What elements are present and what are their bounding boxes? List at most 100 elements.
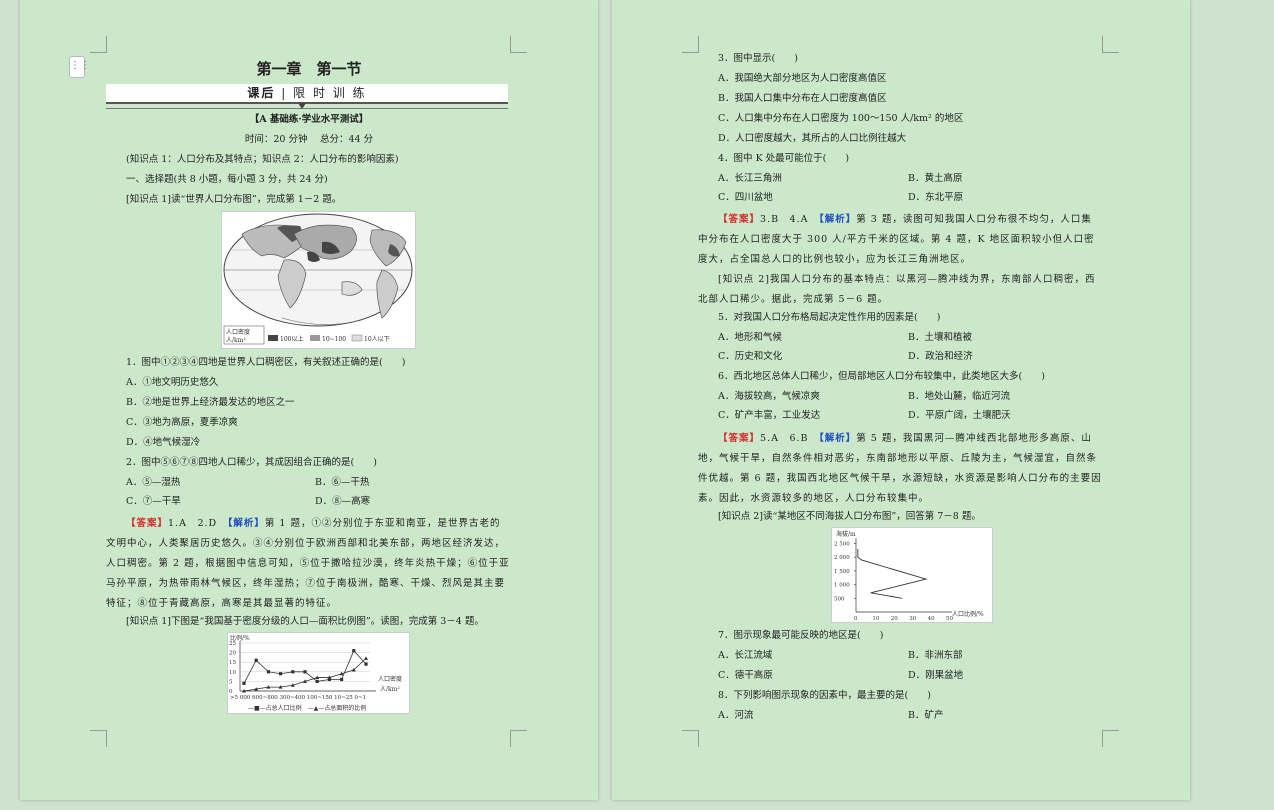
q1-option-c: C．③地为高原，夏季凉爽 — [126, 417, 238, 428]
crop-mark — [90, 36, 107, 53]
test-name: 【A 基础练·学业水平测试】 — [249, 114, 369, 125]
x-tick-label: 30 — [909, 616, 916, 622]
q1-option-b: B．②地是世界上经济最发达的地区之一 — [126, 397, 295, 408]
chart-unit-sub: 人/km² — [380, 686, 400, 693]
x-tick-label: 40 — [928, 616, 935, 622]
analysis-text: 第 1 题，①②分别位于东亚和南亚，是世界古老的文明中心，人类聚居历史悠久。③④… — [106, 518, 510, 609]
intro-text: [知识点 1]下图是“我国基于密度分级的人口—面积比例图”。读图，完成第 3－4… — [126, 616, 484, 627]
q7-option-a: A．长江流域 — [718, 650, 773, 661]
data-point — [279, 672, 283, 676]
divider — [106, 108, 508, 109]
altitude-chart: 海拔/m 2 500 2 000 1 500 1 000 500 0 10 20 30 40 50 … — [831, 527, 993, 623]
q3-option-c: C．人口集中分布在人口密度为 100～150 人/km² 的地区 — [718, 113, 964, 124]
map-legend-mid: 10~100 — [322, 336, 346, 343]
answer-block-3: 【答案】5.A 6.B 【解析】第 5 题，我国黑河—腾冲线西北部地形多高原、山… — [698, 429, 1102, 509]
chart-unit-label: 人口密度 — [378, 675, 402, 683]
q3-option-a: A．我国绝大部分地区为人口密度高值区 — [718, 73, 887, 84]
y-tick-label: 20 — [229, 651, 236, 657]
question-7: 7．图示现象最可能反映的地区是( ) — [718, 630, 884, 641]
section-heading: 一、选择题(共 8 小题，每小题 3 分，共 24 分) — [126, 174, 328, 185]
analysis-label: 【解析】 — [819, 433, 857, 444]
analysis-label: 【解析】 — [819, 214, 857, 225]
answer-label: 【答案】 — [126, 518, 169, 529]
y-tick-label: 2 500 — [834, 541, 850, 547]
crop-mark — [1102, 36, 1119, 53]
intro-text: [知识点 2]读“某地区不同海拔人口分布图”，回答第 7－8 题。 — [718, 511, 981, 522]
series-line — [243, 658, 367, 692]
answer-block-2: 【答案】3.B 4.A 【解析】第 3 题，读图可知我国人口分布很不均匀，人口集… — [698, 210, 1102, 270]
data-point — [364, 662, 368, 666]
data-point — [340, 677, 344, 682]
x-tick-label: 10 — [872, 616, 879, 622]
q6-option-d: D．平原广阔，土壤肥沃 — [908, 410, 1011, 421]
intro-text: [知识点 1]读“世界人口分布图”，完成第 1－2 题。 — [126, 194, 342, 205]
question-4: 4．图中 K 处最可能位于( ) — [718, 153, 850, 164]
density-chart: 比例/% 0 5 10 15 20 25 人口密度 人/km² >5 000 600~80… — [227, 632, 410, 714]
q1-option-d: D．④地气候湿冷 — [126, 437, 201, 448]
answer-value: 1.A 2.D — [168, 518, 218, 529]
series-line — [243, 649, 367, 684]
map-legend-title: 人口密度 — [226, 328, 250, 336]
question-8: 8．下列影响图示现象的因素中，最主要的是( ) — [718, 690, 931, 701]
crop-mark — [510, 730, 527, 747]
map-legend-unit: 人/km² — [226, 337, 246, 344]
answer-value: 3.B 4.A — [760, 214, 809, 225]
banner-separator: | — [281, 86, 288, 100]
q2-option-a: A．⑤—湿热 — [126, 477, 181, 488]
q7-option-c: C．德干高原 — [718, 670, 773, 681]
crop-mark — [1102, 730, 1119, 747]
q2-option-b: B．⑥—干热 — [315, 477, 370, 488]
y-tick-label: 500 — [834, 596, 845, 602]
q1-option-a: A．①地文明历史悠久 — [126, 377, 219, 388]
q5-option-d: D．政治和经济 — [908, 351, 973, 362]
q5-option-a: A．地形和气候 — [718, 332, 782, 343]
question-2: 2．图中⑤⑥⑦⑧四地人口稀少，其成因组合正确的是( ) — [126, 457, 377, 468]
q6-option-a: A．海拔较高，气候凉爽 — [718, 391, 820, 402]
q7-option-b: B．非洲东部 — [908, 650, 963, 661]
triangle-marker-icon — [298, 103, 306, 109]
answer-label: 【答案】 — [718, 433, 761, 444]
answer-block-1: 【答案】1.A 2.D 【解析】第 1 题，①②分别位于东亚和南亚，是世界古老的… — [106, 514, 510, 614]
q6-option-c: C．矿产丰富，工业发达 — [718, 410, 821, 421]
drag-handle-icon[interactable]: ⋮⋮ — [69, 56, 90, 78]
crop-mark — [90, 730, 107, 747]
time-score: 时间：20 分钟 总分：44 分 — [244, 134, 374, 145]
banner-right: 限 时 训 练 — [293, 86, 367, 100]
y-tick-label: 1 500 — [834, 569, 850, 575]
data-point — [315, 679, 319, 683]
map-legend-high: 100以上 — [280, 335, 303, 343]
question-3: 3．图中显示( ) — [718, 53, 798, 64]
section-banner: 课后 | 限 时 训 练 — [106, 84, 508, 104]
alt-x-axis-label: 人口比例/% — [952, 610, 984, 618]
question-6: 6．西北地区总体人口稀少，但局部地区人口分布较集中，此类地区大多( ) — [718, 371, 1045, 382]
chart-x-labels: >5 000 600~800 300~400 100~150 10~25 0~1 — [230, 695, 366, 701]
page-title: 第一章 第一节 — [256, 60, 362, 78]
banner-left: 课后 — [247, 86, 276, 100]
q7-option-d: D．刚果盆地 — [908, 670, 964, 681]
data-point — [364, 656, 368, 660]
question-1: 1．图中①②③④四地是世界人口稠密区，有关叙述正确的是( ) — [126, 357, 406, 368]
q4-option-c: C．四川盆地 — [718, 192, 773, 203]
y-tick-label: 15 — [229, 660, 236, 666]
crop-mark — [510, 36, 527, 53]
y-tick-label: 25 — [229, 641, 236, 647]
q2-option-d: D．⑧—高寒 — [315, 496, 371, 507]
crop-mark — [682, 730, 699, 747]
data-point — [254, 658, 258, 662]
x-tick-label: 0 — [854, 616, 858, 622]
q5-option-b: B．土壤和植被 — [908, 332, 972, 343]
page-right: 3．图中显示( ) A．我国绝大部分地区为人口密度高值区 B．我国人口集中分布在… — [612, 0, 1190, 800]
q8-option-b: B．矿产 — [908, 710, 944, 721]
y-tick-label: 1 000 — [834, 583, 850, 589]
data-point — [303, 670, 307, 674]
data-point — [266, 670, 270, 674]
data-point — [291, 670, 295, 674]
data-point — [352, 649, 356, 653]
answer-label: 【答案】 — [718, 214, 761, 225]
world-population-map: 人口密度 人/km² 100以上 10~100 10人以下 — [221, 211, 416, 349]
y-tick-label: 2 000 — [834, 555, 850, 561]
q4-option-d: D．东北平原 — [908, 192, 964, 203]
y-tick-label: 10 — [229, 670, 236, 676]
answer-value: 5.A 6.B — [760, 433, 809, 444]
crop-mark — [682, 36, 699, 53]
